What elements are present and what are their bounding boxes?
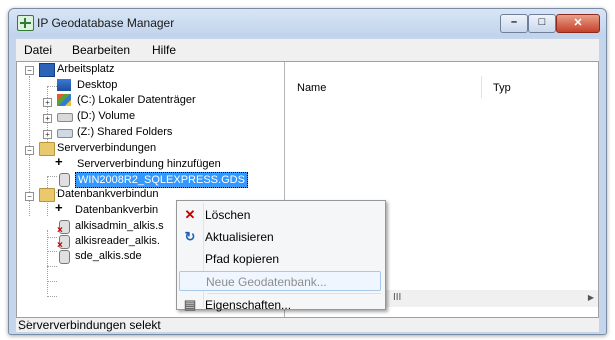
server-connection-icon xyxy=(59,173,70,187)
maximize-button[interactable]: □ xyxy=(528,14,556,33)
expander-z-drive[interactable]: + xyxy=(43,130,52,139)
maximize-icon: □ xyxy=(538,16,546,28)
delete-icon: ✕ xyxy=(184,207,196,222)
menu-bar: Datei Bearbeiten Hilfe xyxy=(16,39,599,61)
minimize-button[interactable]: – xyxy=(500,14,528,33)
database-error-icon xyxy=(57,220,70,238)
add-connection-icon xyxy=(55,201,71,216)
menu-item-aktualisieren[interactable]: ↻ Aktualisieren xyxy=(179,227,381,247)
local-drive-icon xyxy=(57,94,71,106)
drive-icon xyxy=(57,113,73,122)
expander-d-drive[interactable]: + xyxy=(43,114,52,123)
desktop-icon xyxy=(57,79,71,91)
menu-item-eigenschaften[interactable]: ▤ Eigenschaften... xyxy=(179,295,381,315)
expander-serververbindungen[interactable]: − xyxy=(25,146,34,155)
window-title: IP Geodatabase Manager xyxy=(37,16,175,30)
close-button[interactable]: ✕ xyxy=(556,14,600,33)
column-separator[interactable] xyxy=(481,76,482,98)
network-drive-icon xyxy=(57,129,73,138)
column-header-typ[interactable]: Typ xyxy=(493,82,511,94)
status-bar: Serververbindungen selekt ⋰ xyxy=(16,318,599,332)
scroll-right-icon[interactable]: ▶ xyxy=(588,293,594,302)
expander-arbeitsplatz[interactable]: − xyxy=(25,66,34,75)
close-icon: ✕ xyxy=(573,17,583,29)
database-icon xyxy=(59,250,70,264)
menu-hilfe[interactable]: Hilfe xyxy=(152,43,176,57)
properties-icon: ▤ xyxy=(183,297,197,312)
menu-bearbeiten[interactable]: Bearbeiten xyxy=(72,43,130,57)
menu-datei[interactable]: Datei xyxy=(24,43,52,57)
title-bar[interactable]: IP Geodatabase Manager – □ ✕ xyxy=(9,9,606,37)
context-menu: ✕ Löschen ↻ Aktualisieren Pfad kopieren … xyxy=(176,200,386,312)
refresh-icon: ↻ xyxy=(184,229,196,244)
expander-datenbankverbindungen[interactable]: − xyxy=(25,192,34,201)
app-icon xyxy=(17,15,34,31)
menu-item-loeschen[interactable]: ✕ Löschen xyxy=(179,205,381,225)
resize-grip-icon[interactable]: ⋰ xyxy=(18,318,597,332)
scroll-thumb-grip: III xyxy=(393,292,402,303)
minimize-icon: – xyxy=(510,16,518,28)
folder-icon xyxy=(39,142,55,156)
computer-icon xyxy=(39,63,55,77)
menu-item-neue-geodatenbank: Neue Geodatenbank... xyxy=(179,271,381,291)
column-header-name[interactable]: Name xyxy=(297,82,326,94)
menu-item-pfad-kopieren[interactable]: Pfad kopieren xyxy=(179,249,381,269)
database-error-icon xyxy=(57,235,70,253)
folder-icon xyxy=(39,188,55,202)
expander-c-drive[interactable]: + xyxy=(43,98,52,107)
add-connection-icon xyxy=(55,155,71,170)
